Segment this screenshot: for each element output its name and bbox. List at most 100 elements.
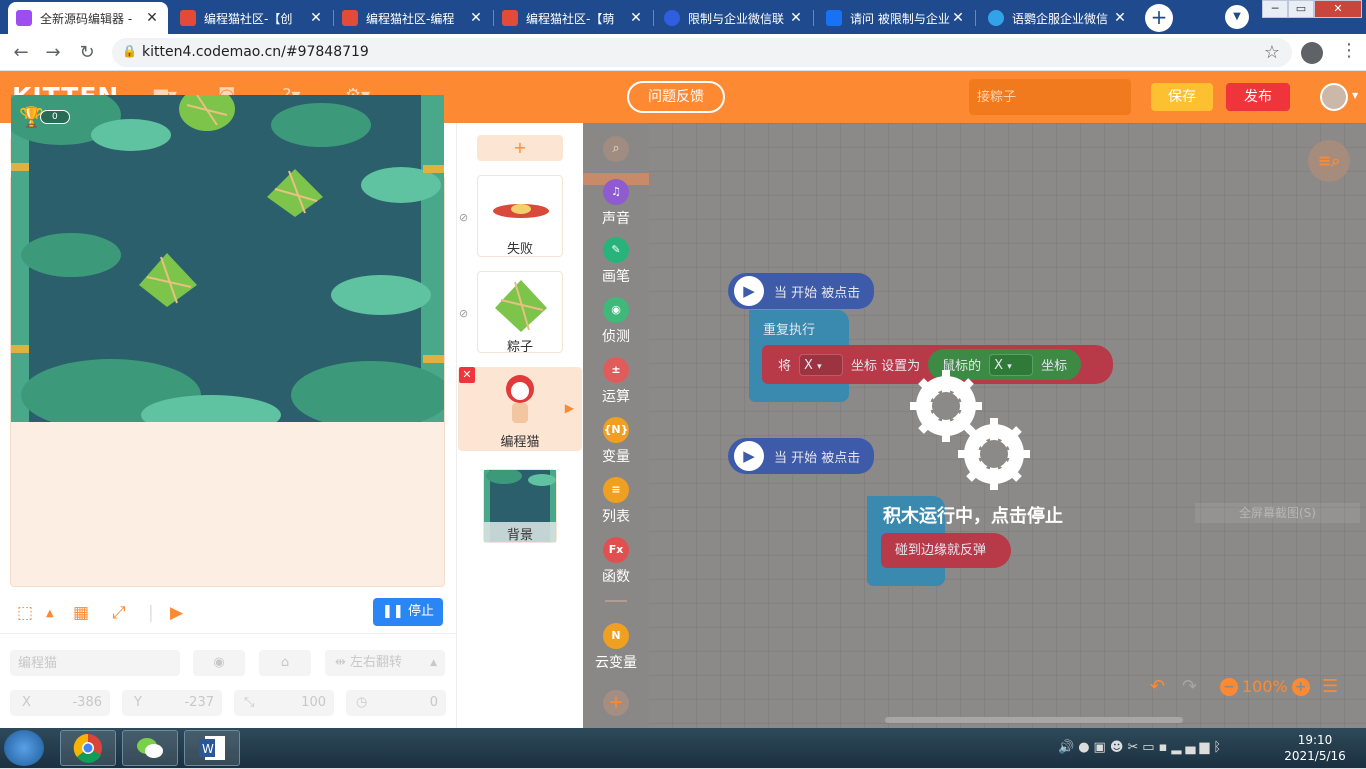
- running-stop-hint[interactable]: 积木运行中，点击停止: [883, 502, 1063, 528]
- category-variables[interactable]: {N} 变量: [583, 417, 649, 466]
- fullscreen-icon[interactable]: ⤢: [112, 603, 126, 623]
- browser-tab-6[interactable]: 语鹦企服企业微信 ✕: [980, 2, 1136, 34]
- browser-tab-2[interactable]: 编程猫社区-编程 ✕: [334, 2, 492, 34]
- stage-canvas[interactable]: 🏆 0: [11, 95, 444, 422]
- bluetooth-icon[interactable]: ᛒ: [1213, 740, 1225, 755]
- category-functions[interactable]: Fx 函数: [583, 537, 649, 586]
- clipboard-icon[interactable]: ▣: [1094, 740, 1110, 755]
- forward-arrow-icon[interactable]: →: [40, 40, 66, 66]
- system-tray[interactable]: 🔊●▣☻✂▭▪▂▄▆ᛒ: [1058, 740, 1225, 755]
- caret-up-icon[interactable]: ▲: [46, 608, 54, 619]
- record-video-icon[interactable]: ▶: [170, 603, 183, 623]
- browser-menu-icon[interactable]: ⋮: [1340, 40, 1358, 61]
- x-coordinate-field[interactable]: X -386: [10, 690, 110, 716]
- sprite-item-fail[interactable]: 失败: [477, 175, 563, 257]
- tab-close-icon[interactable]: ✕: [144, 10, 160, 26]
- sprite-item-codemao[interactable]: 编程猫 ▶: [458, 367, 582, 451]
- signal-icon[interactable]: ▂▄▆: [1171, 740, 1213, 755]
- reload-icon[interactable]: ↻: [74, 40, 100, 66]
- rotation-value[interactable]: 0: [430, 690, 438, 716]
- project-name-input[interactable]: [969, 79, 1131, 115]
- align-blocks-icon[interactable]: ☰: [1322, 676, 1338, 697]
- nvidia-icon[interactable]: ▪: [1159, 740, 1172, 755]
- when-start-clicked-block[interactable]: ▶ 当 开始 被点击: [728, 273, 875, 309]
- visibility-eye-icon[interactable]: ◉: [193, 650, 245, 676]
- tab-search-dropdown-icon[interactable]: ▼: [1225, 5, 1249, 29]
- grid-icon[interactable]: ▦: [73, 603, 89, 623]
- category-sound[interactable]: ♫ 声音: [583, 179, 649, 228]
- publish-button[interactable]: 发布: [1226, 83, 1290, 111]
- y-coordinate-field[interactable]: Y -237: [122, 690, 222, 716]
- category-cloud-variables[interactable]: N 云变量: [583, 623, 649, 672]
- x-value[interactable]: -386: [72, 690, 102, 716]
- add-sprite-button[interactable]: +: [477, 135, 563, 161]
- tab-close-icon[interactable]: ✕: [788, 10, 804, 26]
- y-value[interactable]: -237: [184, 690, 214, 716]
- window-minimize-button[interactable]: ─: [1262, 0, 1288, 18]
- size-field[interactable]: ⤡ 100: [234, 690, 334, 716]
- browser-tab-1[interactable]: 编程猫社区-【创 ✕: [172, 2, 332, 34]
- account-avatar-icon[interactable]: [1301, 42, 1323, 64]
- when-start-clicked-block[interactable]: ▶ 当 开始 被点击: [728, 438, 875, 474]
- new-tab-button[interactable]: +: [1145, 4, 1173, 32]
- redo-icon[interactable]: ↷: [1182, 676, 1197, 697]
- tab-close-icon[interactable]: ✕: [468, 10, 484, 26]
- zongzi-sprite[interactable]: [177, 95, 237, 135]
- zongzi-sprite[interactable]: [265, 167, 325, 219]
- stage-size-icon[interactable]: ⬚: [17, 603, 33, 623]
- save-button[interactable]: 保存: [1151, 83, 1213, 111]
- sprite-name-field[interactable]: [10, 650, 180, 676]
- url-text[interactable]: kitten4.codemao.cn/#97848719: [142, 44, 369, 60]
- delete-sprite-icon[interactable]: ✕: [459, 367, 475, 383]
- caret-right-icon[interactable]: ▶: [565, 401, 574, 415]
- add-extension-button[interactable]: +: [603, 690, 629, 716]
- browser-tab-0[interactable]: 全新源码编辑器 - ✕: [8, 2, 168, 34]
- tab-close-icon[interactable]: ✕: [950, 10, 966, 26]
- lock-icon[interactable]: ⌂: [259, 650, 311, 676]
- category-lists[interactable]: ≡ 列表: [583, 477, 649, 526]
- sprite-item-zongzi[interactable]: 粽子: [477, 271, 563, 355]
- browser-tab-3[interactable]: 编程猫社区-【萌 ✕: [494, 2, 652, 34]
- window-close-button[interactable]: ✕: [1314, 0, 1362, 18]
- bounce-on-edge-block[interactable]: 碰到边缘就反弹: [881, 533, 1011, 568]
- wechat-tray-icon[interactable]: ●: [1078, 740, 1093, 755]
- user-avatar[interactable]: [1320, 83, 1348, 111]
- qq-icon[interactable]: ☻: [1110, 740, 1128, 755]
- flip-select[interactable]: ⇹ 左右翻转 ▲: [325, 650, 445, 676]
- feedback-button[interactable]: 问题反馈: [627, 81, 725, 113]
- back-arrow-icon[interactable]: ←: [8, 40, 34, 66]
- tab-close-icon[interactable]: ✕: [628, 10, 644, 26]
- zongzi-sprite[interactable]: [137, 251, 199, 309]
- windows-start-button[interactable]: [4, 730, 44, 766]
- bookmark-star-icon[interactable]: ☆: [1264, 42, 1280, 63]
- hidden-eye-icon[interactable]: ⊘: [459, 307, 468, 320]
- browser-tab-5[interactable]: 请问 被限制与企业 ✕: [818, 2, 974, 34]
- wechat-taskbar-button[interactable]: [122, 730, 178, 766]
- word-taskbar-button[interactable]: W: [184, 730, 240, 766]
- category-operators[interactable]: ± 运算: [583, 357, 649, 406]
- monitor-icon[interactable]: ▭: [1142, 740, 1158, 755]
- address-bar[interactable]: 🔒 kitten4.codemao.cn/#97848719 ☆: [112, 38, 1292, 67]
- size-value[interactable]: 100: [301, 690, 326, 716]
- chrome-taskbar-button[interactable]: [60, 730, 116, 766]
- palette-search-icon[interactable]: ⌕: [603, 136, 629, 162]
- zoom-out-button[interactable]: −: [1220, 677, 1238, 696]
- undo-icon[interactable]: ↶: [1150, 676, 1165, 697]
- category-pen[interactable]: ✎ 画笔: [583, 237, 649, 286]
- tab-close-icon[interactable]: ✕: [308, 10, 324, 26]
- rotation-field[interactable]: ◷ 0: [346, 690, 446, 716]
- hidden-eye-icon[interactable]: ⊘: [459, 211, 468, 224]
- window-maximize-button[interactable]: ▭: [1288, 0, 1314, 18]
- zoom-in-button[interactable]: +: [1291, 677, 1310, 696]
- volume-icon[interactable]: 🔊: [1058, 740, 1078, 755]
- browser-tab-4[interactable]: 限制与企业微信联 ✕: [656, 2, 812, 34]
- axis-dropdown[interactable]: X ▾: [799, 353, 844, 376]
- stop-button[interactable]: ❚❚ 停止: [373, 598, 443, 626]
- category-sensing[interactable]: ◉ 侦测: [583, 297, 649, 346]
- sprite-name-input[interactable]: [10, 650, 180, 676]
- sprite-item-background[interactable]: 背景: [483, 469, 557, 543]
- code-search-icon[interactable]: ≡⌕: [1308, 140, 1350, 182]
- chevron-down-icon[interactable]: ▼: [1352, 91, 1358, 100]
- horizontal-scrollbar[interactable]: [885, 717, 1183, 723]
- tools-icon[interactable]: ✂: [1127, 740, 1142, 755]
